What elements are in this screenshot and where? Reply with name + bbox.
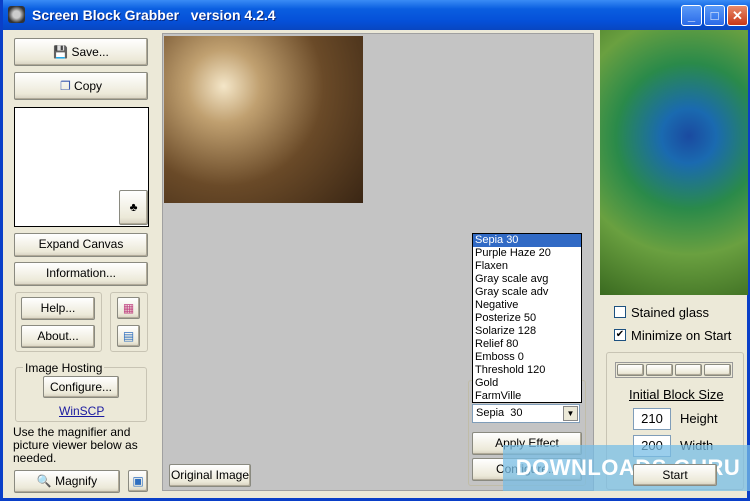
effect-option[interactable]: Emboss 0 <box>473 351 581 364</box>
winscp-link[interactable]: WinSCP <box>59 404 104 418</box>
minimize-on-start-label: Minimize on Start <box>631 328 732 343</box>
save-button[interactable]: 💾 Save... <box>14 38 148 66</box>
block-size-title: Initial Block Size <box>629 387 724 402</box>
slider-segment[interactable] <box>646 364 673 376</box>
stained-glass-label: Stained glass <box>631 305 710 320</box>
magnify-button[interactable]: 🔍 Magnify <box>14 470 120 493</box>
effect-option[interactable]: Threshold 120 <box>473 364 581 377</box>
copy-icon: ❐ <box>59 79 71 93</box>
slider-segment[interactable] <box>675 364 702 376</box>
minimize-on-start-checkbox[interactable]: ✔ <box>614 329 626 341</box>
palette-button[interactable]: ▦ <box>117 297 140 319</box>
close-button[interactable]: ✕ <box>727 5 748 26</box>
save-label: Save... <box>71 45 109 59</box>
app-window: Screen Block Grabber version 4.2.4 _ □ ✕… <box>0 0 750 501</box>
effect-option[interactable]: Sepia 30 <box>473 234 581 247</box>
app-icon <box>8 6 25 23</box>
window-icon: ▣ <box>132 474 144 488</box>
image-hosting-label: Image Hosting <box>23 361 105 375</box>
effect-option[interactable]: Solarize 128 <box>473 325 581 338</box>
slider-segment[interactable] <box>704 364 731 376</box>
effect-option[interactable]: Flaxen <box>473 260 581 273</box>
window-title: Screen Block Grabber version 4.2.4 <box>32 7 276 23</box>
original-image-button[interactable]: Original Image <box>169 464 251 487</box>
slider-track[interactable] <box>615 362 733 378</box>
save-icon: 💾 <box>53 45 69 59</box>
peacock-image <box>600 30 748 295</box>
effect-selected-value: Sepia 30 <box>476 407 523 419</box>
about-button[interactable]: About... <box>21 325 95 348</box>
chevron-down-icon[interactable]: ▼ <box>563 406 578 421</box>
effect-option[interactable]: Purple Haze 20 <box>473 247 581 260</box>
effect-select[interactable]: Sepia 30 ▼ <box>472 404 580 423</box>
magnify-label: Magnify <box>55 474 98 488</box>
effect-option[interactable]: Gray scale avg <box>473 273 581 286</box>
hint-text: Use the magnifier and picture viewer bel… <box>13 425 138 465</box>
help-button[interactable]: Help... <box>21 297 95 320</box>
effect-option[interactable]: FarmVille <box>473 390 581 403</box>
effect-option[interactable]: Relief 80 <box>473 338 581 351</box>
minimize-button[interactable]: _ <box>681 5 702 26</box>
copy-label: Copy <box>74 79 103 93</box>
copy-button[interactable]: ❐ Copy <box>14 72 148 100</box>
start-button[interactable]: Start <box>633 464 717 486</box>
sepia-image <box>164 36 363 203</box>
maximize-button[interactable]: □ <box>704 5 725 26</box>
height-label: Height <box>680 411 718 426</box>
hosting-configure-button[interactable]: Configure... <box>43 376 119 398</box>
viewer-icon: ▤ <box>122 329 135 343</box>
effect-option[interactable]: Negative <box>473 299 581 312</box>
effect-option[interactable]: Posterize 50 <box>473 312 581 325</box>
club-icon: ♣ <box>129 200 138 214</box>
title-bar[interactable]: Screen Block Grabber version 4.2.4 _ □ ✕ <box>3 0 750 30</box>
information-button[interactable]: Information... <box>14 262 148 286</box>
effects-dropdown-list[interactable]: Sepia 30 Purple Haze 20 Flaxen Gray scal… <box>472 233 582 403</box>
effect-option[interactable]: Gray scale adv <box>473 286 581 299</box>
effect-option[interactable]: Gold <box>473 377 581 390</box>
stained-glass-checkbox[interactable] <box>614 306 626 318</box>
height-input[interactable]: 210 <box>633 408 671 430</box>
magnifier-icon: 🔍 <box>36 474 52 488</box>
club-button[interactable]: ♣ <box>119 190 148 225</box>
palette-icon: ▦ <box>122 301 135 315</box>
slider-segment[interactable] <box>617 364 644 376</box>
picture-viewer-button[interactable]: ▣ <box>128 470 148 492</box>
viewer-button[interactable]: ▤ <box>117 325 140 347</box>
expand-canvas-button[interactable]: Expand Canvas <box>14 233 148 257</box>
